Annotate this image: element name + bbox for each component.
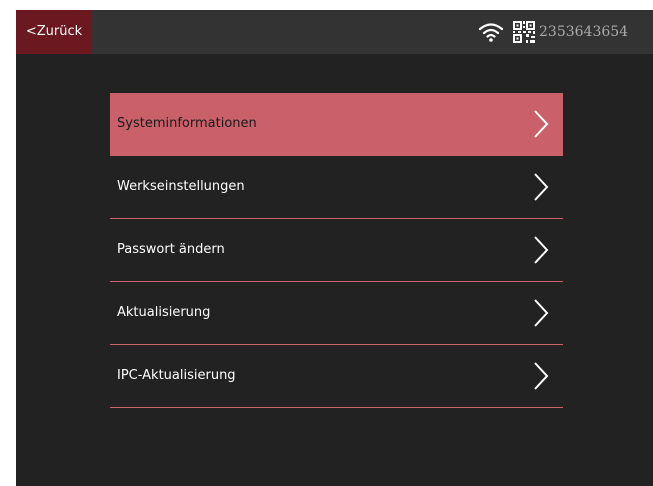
chevron-right-icon [534,173,549,201]
menu-item-label: Aktualisierung [117,305,211,320]
qr-code-icon[interactable] [513,21,535,43]
device-id: 2353643654 [539,24,629,40]
menu-item-werkseinstellungen[interactable]: Werkseinstellungen [110,156,563,219]
chevron-right-icon [534,299,549,327]
menu-item-passwort-aendern[interactable]: Passwort ändern [110,219,563,282]
menu-item-ipc-aktualisierung[interactable]: IPC-Aktualisierung [110,345,563,408]
top-bar: <Zurück 2353643654 [16,10,653,54]
chevron-right-icon [534,362,549,390]
menu-item-systeminformationen[interactable]: Systeminformationen [110,93,563,156]
menu-item-label: IPC-Aktualisierung [117,368,236,383]
settings-screen: <Zurück 2353643654 Systeminformationen W… [16,10,653,486]
wifi-icon [478,23,504,42]
back-button[interactable]: <Zurück [16,10,92,54]
menu-item-label: Systeminformationen [117,116,257,131]
chevron-right-icon [534,110,549,138]
chevron-right-icon [534,236,549,264]
settings-menu: Systeminformationen Werkseinstellungen P… [110,93,563,408]
menu-item-label: Passwort ändern [117,242,225,257]
menu-item-aktualisierung[interactable]: Aktualisierung [110,282,563,345]
menu-item-label: Werkseinstellungen [117,179,245,194]
